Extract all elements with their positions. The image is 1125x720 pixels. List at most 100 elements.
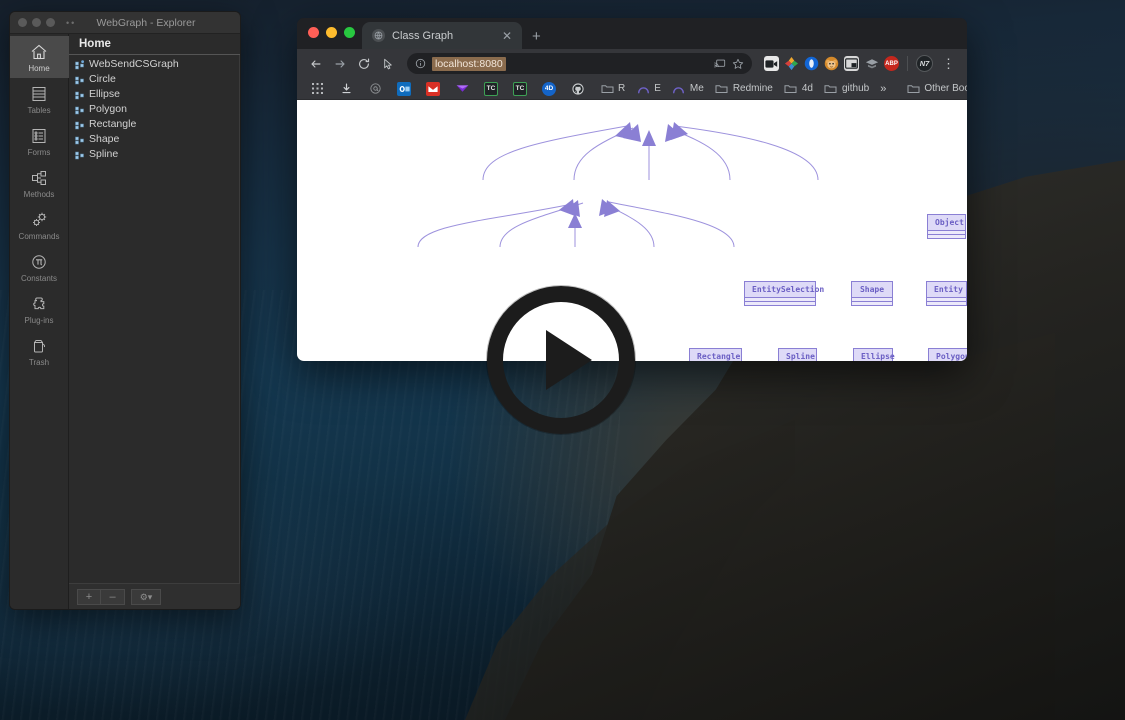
fourd-icon: 4D xyxy=(542,81,556,96)
maximize-window-button[interactable] xyxy=(344,27,355,38)
class-node-spline[interactable]: Spline xyxy=(778,348,817,361)
list-item-label: Spline xyxy=(89,148,119,160)
sidebar-item-tables[interactable]: Tables xyxy=(10,78,69,120)
list-item-label: Ellipse xyxy=(89,88,120,100)
sidebar-item-plugins[interactable]: Plug-ins xyxy=(10,288,69,330)
class-icon xyxy=(75,135,85,145)
class-node-entity[interactable]: Entity xyxy=(926,281,967,306)
other-bookmarks-button[interactable]: Other Bookmarks xyxy=(901,80,967,98)
cast-icon[interactable] xyxy=(713,58,726,69)
class-node-object[interactable]: Object xyxy=(927,214,966,239)
class-node-entityselection[interactable]: EntitySelection xyxy=(744,281,824,306)
bookmark-purple-mail[interactable] xyxy=(450,80,478,98)
list-item[interactable]: Ellipse xyxy=(69,87,239,102)
bookmark-downloads[interactable] xyxy=(334,80,362,98)
bookmark-arc-me[interactable]: Me xyxy=(667,80,709,98)
bookmarks-bar[interactable]: TC TC 4D R E Me Redmine 4d github » Othe… xyxy=(297,78,967,100)
bookmark-circle-at[interactable] xyxy=(363,80,391,98)
explorer-window[interactable]: •• WebGraph - Explorer Home Tables Forms… xyxy=(9,11,241,610)
list-item[interactable]: WebSendCSGraph xyxy=(69,57,239,72)
minimize-window-button[interactable] xyxy=(326,27,337,38)
apps-grid-icon xyxy=(310,82,324,96)
options-menu-button[interactable]: ⚙▾ xyxy=(131,588,161,605)
back-button[interactable] xyxy=(305,53,327,75)
list-item[interactable]: Shape xyxy=(69,132,239,147)
colorzilla-extension[interactable] xyxy=(784,56,799,71)
explorer-item-list[interactable]: WebSendCSGraph Circle Ellipse Polygon Re… xyxy=(69,55,240,583)
sidebar-item-methods[interactable]: Methods xyxy=(10,162,69,204)
folder-icon xyxy=(600,82,614,96)
explorer-sidebar[interactable]: Home Tables Forms Methods Commands Const… xyxy=(10,34,69,609)
class-node-ellipse[interactable]: Ellipse xyxy=(853,348,895,361)
bookmark-folder-redmine[interactable]: Redmine xyxy=(710,80,778,98)
browser-window[interactable]: Class Graph ✕ + localhost:8080 ABP N7 ⋮ … xyxy=(297,18,967,361)
remove-button[interactable]: – xyxy=(101,588,125,605)
sidebar-item-commands[interactable]: Commands xyxy=(10,204,69,246)
window-controls[interactable] xyxy=(308,27,355,38)
bookmark-folder-4d[interactable]: 4d xyxy=(779,80,818,98)
arc-icon xyxy=(636,82,650,96)
adblock-plus-extension[interactable]: ABP xyxy=(884,56,899,71)
class-methods-compartment xyxy=(926,302,967,306)
list-item-label: Circle xyxy=(89,73,116,85)
explorer-titlebar[interactable]: •• WebGraph - Explorer xyxy=(10,12,240,34)
class-node-polygon[interactable]: Polygon xyxy=(928,348,967,361)
reload-button[interactable] xyxy=(353,53,375,75)
info-circle-icon[interactable] xyxy=(415,58,426,69)
address-bar[interactable]: localhost:8080 xyxy=(407,53,752,74)
bookmark-tc-1[interactable]: TC xyxy=(479,80,507,98)
tab-class-graph[interactable]: Class Graph ✕ xyxy=(362,22,522,49)
class-node-shape[interactable]: Shape xyxy=(851,281,893,306)
sidebar-item-home[interactable]: Home xyxy=(10,36,69,78)
desktop: •• WebGraph - Explorer Home Tables Forms… xyxy=(0,0,1125,720)
screen-recorder-extension[interactable] xyxy=(764,56,779,71)
sidebar-item-home-label: Home xyxy=(28,64,50,73)
sidebar-item-forms[interactable]: Forms xyxy=(10,120,69,162)
tampermonkey-extension[interactable] xyxy=(824,56,839,71)
page-viewport[interactable]: Object EntitySelection Shape Entity Rect… xyxy=(297,100,967,361)
bookmark-4d[interactable]: 4D xyxy=(537,80,565,98)
class-node-label: Polygon xyxy=(928,348,967,361)
explorer-close-button[interactable] xyxy=(18,18,27,27)
list-item[interactable]: Circle xyxy=(69,72,239,87)
list-item-label: Rectangle xyxy=(89,118,137,130)
browser-tabstrip[interactable]: Class Graph ✕ + xyxy=(297,18,967,49)
explorer-minimize-button[interactable] xyxy=(32,18,41,27)
picture-in-picture-extension[interactable] xyxy=(844,56,859,71)
bookmark-outlook[interactable] xyxy=(392,80,420,98)
bookmark-arc-e[interactable]: E xyxy=(631,80,666,98)
bookmark-folder-github[interactable]: github xyxy=(819,80,874,98)
bookmark-apps-grid[interactable] xyxy=(305,80,333,98)
browser-toolbar[interactable]: localhost:8080 ABP N7 ⋮ xyxy=(297,49,967,78)
url-text[interactable]: localhost:8080 xyxy=(432,56,506,71)
sidebar-item-trash-label: Trash xyxy=(28,358,50,367)
new-tab-button[interactable]: + xyxy=(532,29,541,44)
explorer-footer-toolbar[interactable]: + – ⚙▾ xyxy=(69,583,240,609)
forward-button[interactable] xyxy=(329,53,351,75)
bookmark-gmail[interactable] xyxy=(421,80,449,98)
explorer-maximize-button[interactable] xyxy=(46,18,55,27)
adblock-plus-label: ABP xyxy=(885,60,898,67)
bookmark-folder-r[interactable]: R xyxy=(595,80,630,98)
add-button[interactable]: + xyxy=(77,588,101,605)
chrome-menu-button[interactable]: ⋮ xyxy=(938,57,959,70)
play-overlay-button[interactable] xyxy=(487,286,635,434)
list-item[interactable]: Polygon xyxy=(69,102,239,117)
bookmarks-overflow-button[interactable]: » xyxy=(875,83,891,95)
list-item[interactable]: Spline xyxy=(69,147,239,162)
outlook-icon xyxy=(397,81,411,96)
close-icon[interactable]: ✕ xyxy=(500,30,514,42)
folder-icon xyxy=(824,82,838,96)
class-node-rectangle[interactable]: Rectangle xyxy=(689,348,742,361)
star-icon[interactable] xyxy=(732,58,744,70)
avatar[interactable]: N7 xyxy=(916,55,933,72)
bookmark-github-icon-only[interactable] xyxy=(566,80,594,98)
blue-circle-extension[interactable] xyxy=(804,56,819,71)
sidebar-item-trash[interactable]: Trash xyxy=(10,330,69,372)
bookmark-tc-2[interactable]: TC xyxy=(508,80,536,98)
extensions-strip[interactable]: ABP N7 ⋮ xyxy=(760,55,959,72)
sidebar-item-constants[interactable]: Constants xyxy=(10,246,69,288)
list-item[interactable]: Rectangle xyxy=(69,117,239,132)
close-window-button[interactable] xyxy=(308,27,319,38)
tag-extension[interactable] xyxy=(864,56,879,71)
